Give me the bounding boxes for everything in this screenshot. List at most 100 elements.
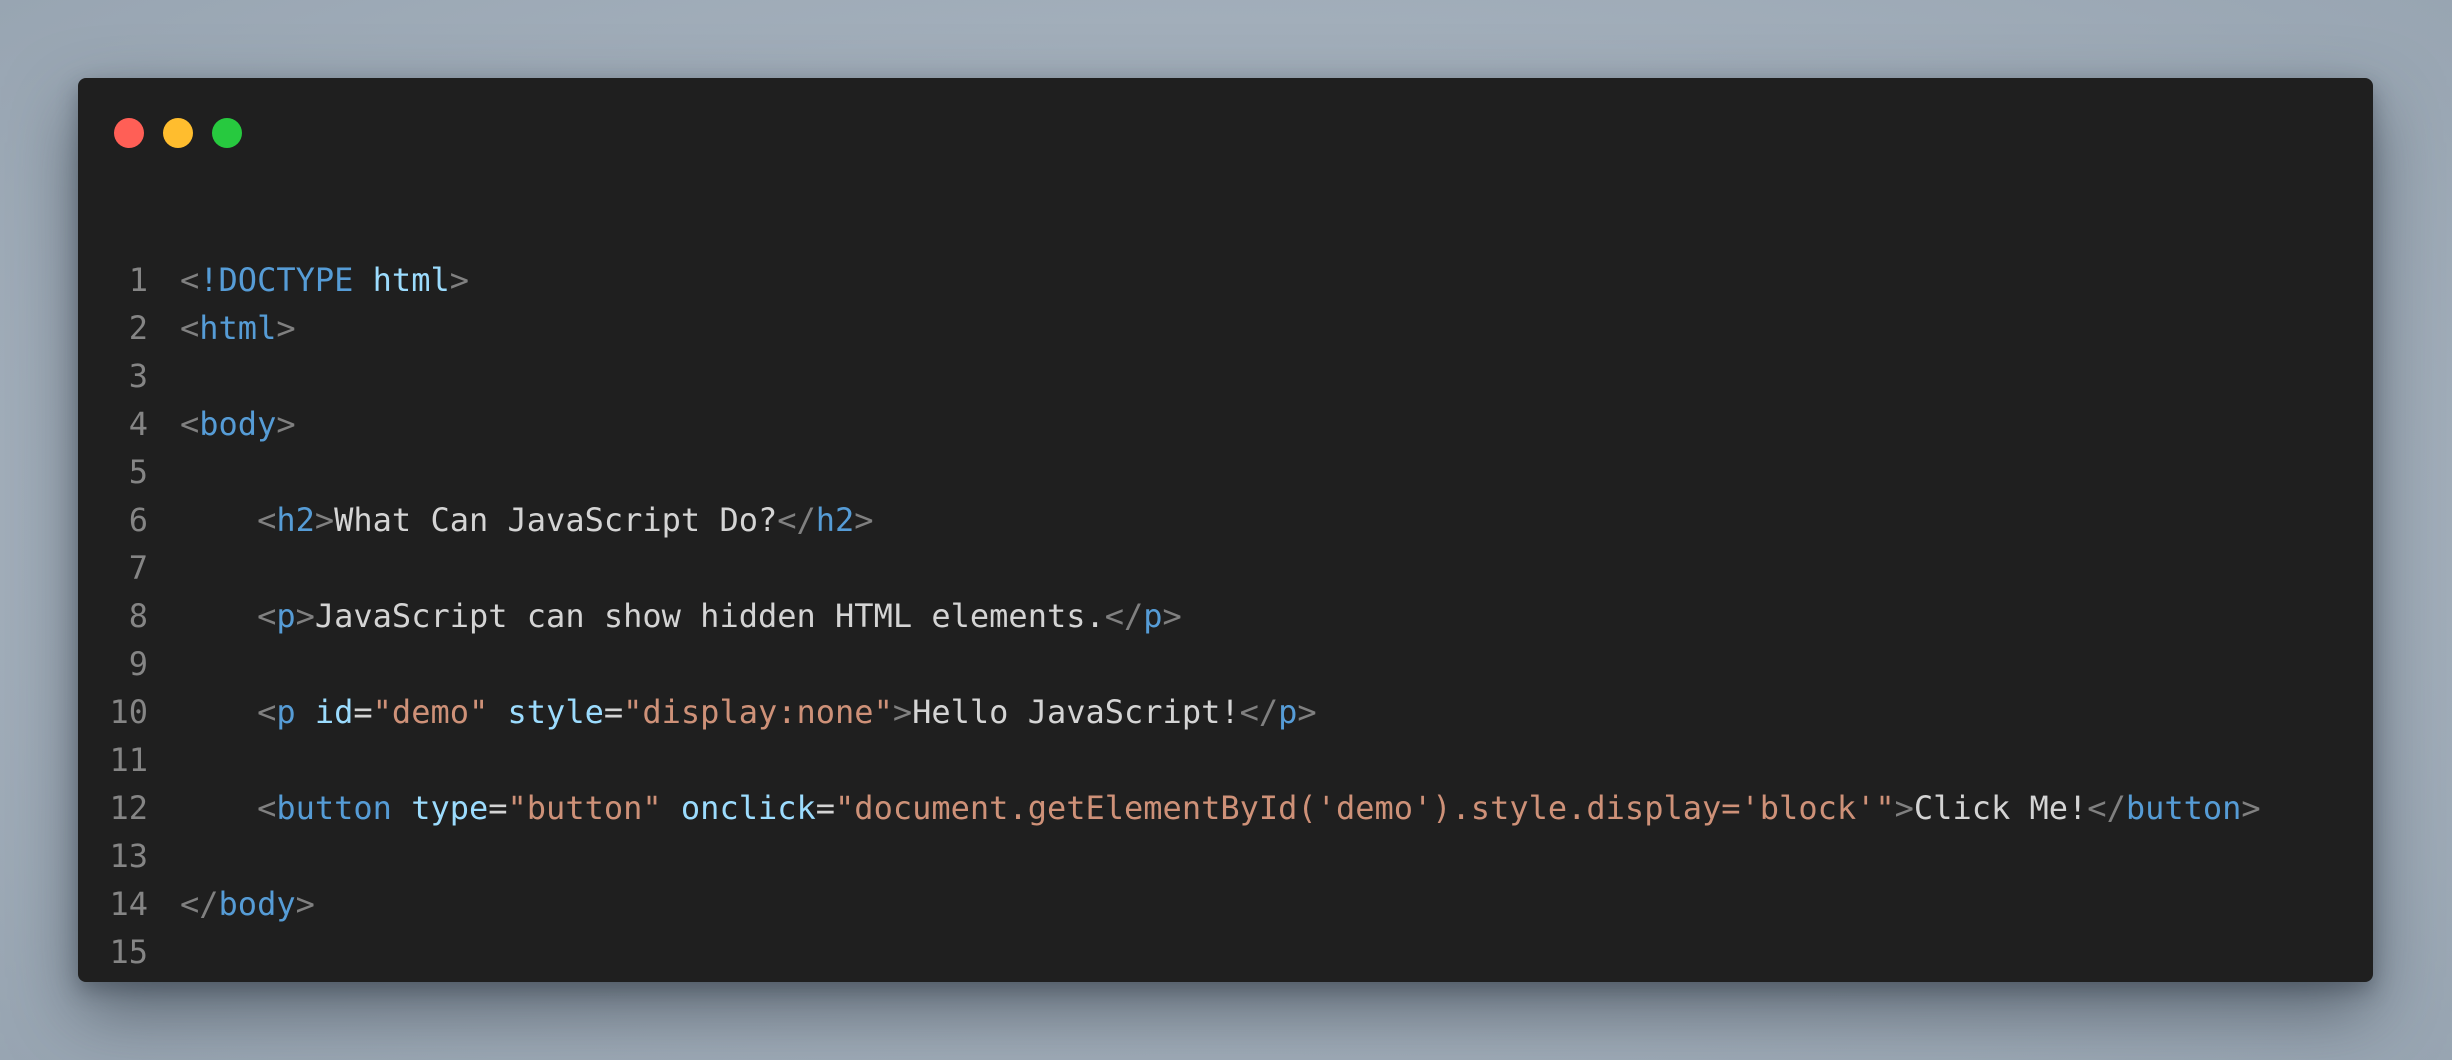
code-token: p bbox=[276, 693, 296, 731]
code-token: < bbox=[180, 309, 200, 347]
code-token: button bbox=[276, 789, 392, 827]
line-content: </body> bbox=[180, 880, 315, 928]
code-token: </ bbox=[777, 501, 816, 539]
line-content: <p id="demo" style="display:none">Hello … bbox=[180, 688, 1317, 736]
code-token: html bbox=[372, 261, 450, 299]
code-token: </ bbox=[1239, 693, 1279, 731]
code-token: JavaScript can show hidden HTML elements… bbox=[314, 597, 1105, 635]
code-token: > bbox=[1162, 597, 1182, 635]
line-number: 9 bbox=[128, 645, 148, 683]
line-number: 14 bbox=[109, 885, 148, 923]
code-line[interactable]: 1 <!DOCTYPE html> bbox=[78, 256, 2261, 304]
code-editor[interactable]: 1 <!DOCTYPE html> 2 <html> 3 4 <body> 5 6 <h2>Wh… bbox=[78, 256, 2261, 982]
code-line[interactable]: 12 <button type="button" onclick="docume… bbox=[78, 784, 2261, 832]
code-token: > bbox=[2241, 789, 2261, 827]
code-token: </ bbox=[2087, 789, 2126, 827]
code-line[interactable]: 10 <p id="demo" style="display:none">Hel… bbox=[78, 688, 2261, 736]
code-token: "demo" bbox=[372, 693, 489, 731]
code-token: h2 bbox=[815, 501, 855, 539]
code-line[interactable]: 9 bbox=[78, 640, 2261, 688]
code-token: > bbox=[1894, 789, 1914, 827]
code-token: "button" bbox=[507, 789, 662, 827]
code-token: = bbox=[815, 789, 836, 827]
line-number: 11 bbox=[109, 741, 148, 779]
code-token: p bbox=[1278, 693, 1298, 731]
code-token: p bbox=[1143, 597, 1163, 635]
minimize-button[interactable] bbox=[163, 118, 193, 148]
line-number: 8 bbox=[128, 597, 148, 635]
line-number: 13 bbox=[109, 837, 148, 875]
code-token: What Can JavaScript Do? bbox=[334, 501, 778, 539]
code-token: onclick bbox=[680, 789, 816, 827]
code-token: > bbox=[1297, 693, 1317, 731]
code-token: </ bbox=[180, 981, 219, 982]
code-token: > bbox=[854, 501, 874, 539]
code-token: html bbox=[219, 981, 296, 982]
code-token: < bbox=[180, 261, 200, 299]
code-window: 1 <!DOCTYPE html> 2 <html> 3 4 <body> 5 6 <h2>Wh… bbox=[78, 78, 2373, 982]
line-content: </html> bbox=[180, 976, 315, 982]
code-token: = bbox=[488, 789, 508, 827]
code-line[interactable]: 3 bbox=[78, 352, 2261, 400]
line-number: 3 bbox=[128, 357, 148, 395]
line-number: 5 bbox=[128, 453, 148, 491]
code-token: < bbox=[257, 693, 277, 731]
code-token: style bbox=[507, 693, 604, 731]
line-number: 6 bbox=[128, 501, 148, 539]
code-token: p bbox=[276, 597, 296, 635]
code-token: = bbox=[353, 693, 373, 731]
code-line[interactable]: 5 bbox=[78, 448, 2261, 496]
window-controls bbox=[114, 118, 242, 148]
code-line[interactable]: 7 bbox=[78, 544, 2261, 592]
code-line[interactable]: 14 </body> bbox=[78, 880, 2261, 928]
code-token: > bbox=[296, 981, 315, 982]
code-line[interactable]: 13 bbox=[78, 832, 2261, 880]
line-content: <p>JavaScript can show hidden HTML eleme… bbox=[180, 592, 1182, 640]
code-line[interactable]: 11 bbox=[78, 736, 2261, 784]
code-token: type bbox=[411, 789, 489, 827]
code-token: Hello JavaScript! bbox=[912, 693, 1240, 731]
line-number: 15 bbox=[109, 933, 148, 971]
close-button[interactable] bbox=[114, 118, 144, 148]
code-token: > bbox=[276, 309, 296, 347]
code-token: = bbox=[603, 693, 624, 731]
code-token: body bbox=[199, 405, 277, 443]
line-content: <!DOCTYPE html> bbox=[180, 256, 469, 304]
code-token: </ bbox=[1104, 597, 1144, 635]
line-number: 1 bbox=[128, 261, 148, 299]
line-number: 4 bbox=[128, 405, 148, 443]
line-number: 2 bbox=[128, 309, 148, 347]
line-content: <h2>What Can JavaScript Do?</h2> bbox=[180, 496, 874, 544]
line-number: 16 bbox=[78, 976, 180, 982]
code-token: !DOCTYPE bbox=[199, 261, 354, 299]
line-content: <html> bbox=[180, 304, 296, 352]
code-line[interactable]: 16</html> bbox=[78, 976, 2261, 982]
code-token: body bbox=[218, 885, 296, 923]
code-token: "document.getElementById('demo').style.d… bbox=[835, 789, 1895, 827]
code-line[interactable]: 4 <body> bbox=[78, 400, 2261, 448]
line-number: 7 bbox=[128, 549, 148, 587]
code-token: > bbox=[892, 693, 913, 731]
code-token: html bbox=[199, 309, 277, 347]
code-line[interactable]: 8 <p>JavaScript can show hidden HTML ele… bbox=[78, 592, 2261, 640]
code-token: > bbox=[314, 501, 335, 539]
code-token: < bbox=[257, 501, 277, 539]
code-token: </ bbox=[180, 885, 219, 923]
code-token: "display:none" bbox=[623, 693, 893, 731]
code-token: h2 bbox=[276, 501, 315, 539]
code-line[interactable]: 6 <h2>What Can JavaScript Do?</h2> bbox=[78, 496, 2261, 544]
code-token: > bbox=[449, 261, 469, 299]
maximize-button[interactable] bbox=[212, 118, 242, 148]
code-token: > bbox=[295, 885, 315, 923]
code-line[interactable]: 2 <html> bbox=[78, 304, 2261, 352]
code-line[interactable]: 15 bbox=[78, 928, 2261, 976]
